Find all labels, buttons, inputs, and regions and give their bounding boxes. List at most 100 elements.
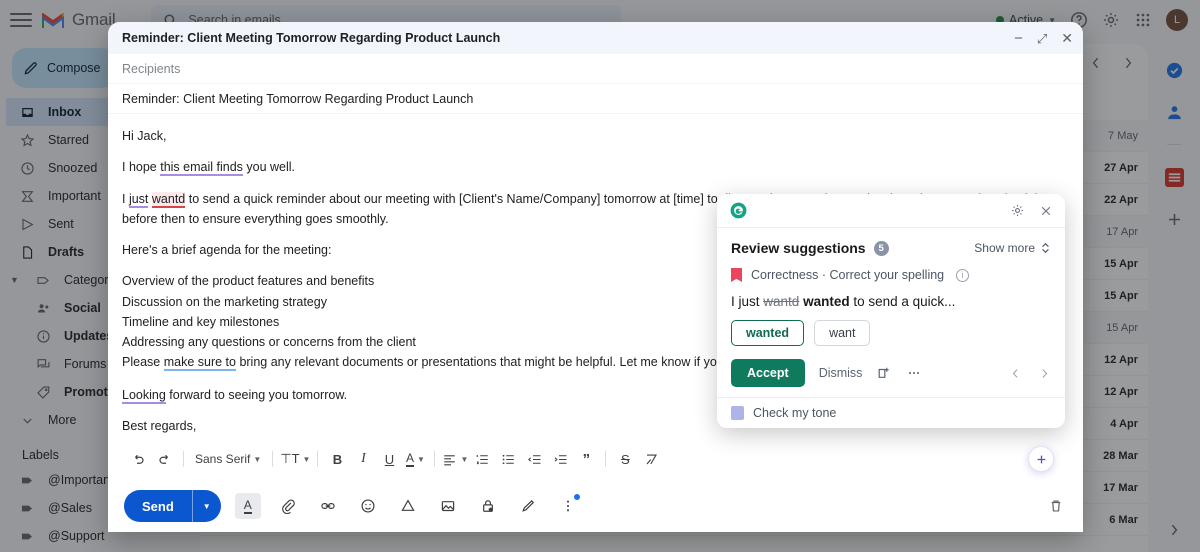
- grammar-suggestion-mark[interactable]: this email finds: [160, 160, 243, 177]
- close-icon[interactable]: ✕: [1061, 31, 1073, 45]
- recipients-field[interactable]: Recipients: [108, 54, 1083, 84]
- insert-drive-icon[interactable]: [395, 493, 421, 519]
- chevron-left-icon[interactable]: [1009, 367, 1022, 380]
- discard-draft-button[interactable]: [1043, 493, 1069, 519]
- text: I hope: [122, 160, 161, 175]
- suggestion-category-label: Correctness · Correct your spelling: [751, 268, 945, 282]
- undo-icon[interactable]: [126, 447, 150, 471]
- send-label: Send: [142, 498, 174, 514]
- dismiss-button[interactable]: Dismiss: [819, 366, 863, 380]
- screen: Gmail Search in emails Active ▼ L Compos…: [0, 0, 1200, 552]
- pop-out-icon[interactable]: ⤢: [1037, 32, 1047, 45]
- grammarly-header-actions: [1010, 203, 1053, 218]
- plus-icon: [1037, 455, 1045, 463]
- insert-link-icon[interactable]: [315, 493, 341, 519]
- grammar-suggestion-mark[interactable]: Looking: [122, 387, 166, 404]
- compose-window-title: Reminder: Client Meeting Tomorrow Regard…: [122, 31, 501, 45]
- indent-more-icon[interactable]: [548, 447, 572, 471]
- grammarly-body: Review suggestions 5 Show more Correctne…: [717, 228, 1065, 397]
- text: Please: [122, 355, 164, 370]
- text-size-icon[interactable]: ⊤T ▼: [280, 447, 310, 471]
- chevron-down-icon: ▼: [460, 454, 469, 464]
- corrected-word: wanted: [803, 294, 850, 309]
- body-greeting: Hi Jack,: [122, 129, 167, 143]
- indent-less-icon[interactable]: [522, 447, 546, 471]
- notification-dot-icon: [573, 494, 580, 500]
- align-icon[interactable]: ▼: [442, 447, 468, 471]
- accept-button[interactable]: Accept: [731, 359, 805, 387]
- subject-value: Reminder: Client Meeting Tomorrow Regard…: [122, 91, 474, 106]
- correctness-flag-icon: [731, 268, 742, 282]
- subject-field[interactable]: Reminder: Client Meeting Tomorrow Regard…: [108, 84, 1083, 114]
- recipients-placeholder: Recipients: [122, 61, 181, 76]
- remove-format-icon[interactable]: [639, 447, 663, 471]
- grammar-suggestion-mark[interactable]: just: [128, 191, 149, 208]
- insert-emoji-icon[interactable]: [355, 493, 381, 519]
- suggestion-category-row: Correctness · Correct your spelling i: [731, 268, 1051, 282]
- italic-button[interactable]: I: [351, 447, 375, 471]
- send-options-chevron-icon[interactable]: ▼: [193, 502, 221, 511]
- divider: [605, 451, 607, 467]
- text: forward to seeing you tomorrow.: [165, 387, 348, 402]
- quote-icon[interactable]: ”: [574, 447, 598, 471]
- insert-signature-icon[interactable]: [515, 493, 541, 519]
- compose-header[interactable]: Reminder: Client Meeting Tomorrow Regard…: [108, 22, 1083, 54]
- more-icon[interactable]: [906, 365, 922, 381]
- send-button[interactable]: Send ▼: [124, 490, 221, 522]
- suggestion-nav: [1009, 367, 1051, 380]
- bulleted-list-icon[interactable]: [496, 447, 520, 471]
- font-family-value: Sans Serif: [195, 452, 251, 466]
- grammarly-popup: Review suggestions 5 Show more Correctne…: [717, 194, 1065, 428]
- grammarly-add-button[interactable]: [1028, 446, 1054, 472]
- redo-icon[interactable]: [152, 447, 176, 471]
- bold-button[interactable]: B: [325, 447, 349, 471]
- show-more-button[interactable]: Show more: [974, 241, 1051, 255]
- close-icon[interactable]: [1039, 204, 1053, 218]
- divider: [183, 451, 184, 467]
- numbered-list-icon[interactable]: [470, 447, 494, 471]
- font-family-select[interactable]: Sans Serif ▼: [191, 447, 265, 471]
- divider: [434, 451, 436, 467]
- underline-button[interactable]: U: [377, 447, 401, 471]
- suggestions-title: Review suggestions: [731, 240, 866, 256]
- tone-icon: [731, 406, 744, 420]
- suggestions-title-row: Review suggestions 5 Show more: [731, 240, 1051, 256]
- divider: [272, 451, 274, 467]
- chevron-down-icon: ▼: [417, 454, 425, 464]
- grammarly-header: [717, 194, 1065, 228]
- text: I: [122, 191, 129, 206]
- suggestion-preview: I just wantd wanted to send a quick...: [731, 294, 1051, 309]
- grammarly-logo-icon: [730, 202, 747, 219]
- formatting-toolbar: Sans Serif ▼ ⊤T ▼ B I U A ▼ ▼ ” S: [120, 444, 1071, 474]
- more-options-icon[interactable]: [555, 493, 581, 519]
- add-to-dictionary-icon[interactable]: [876, 365, 892, 381]
- text: you well.: [242, 160, 296, 175]
- body-line-2: I hope this email finds you well.: [122, 157, 1069, 177]
- spelling-error-mark[interactable]: wantd: [151, 191, 186, 208]
- suggestion-chip-wanted[interactable]: wanted: [731, 320, 805, 346]
- style-suggestion-mark[interactable]: make sure to: [163, 355, 236, 372]
- check-my-tone-button[interactable]: Check my tone: [717, 397, 1065, 428]
- formatting-options-icon[interactable]: A: [234, 493, 261, 519]
- strikethrough-icon[interactable]: S: [613, 447, 637, 471]
- minimize-icon[interactable]: −: [1014, 31, 1023, 46]
- compose-header-actions: − ⤢ ✕: [1014, 31, 1073, 46]
- text: I just: [731, 294, 764, 309]
- text: to send a quick...: [849, 294, 956, 309]
- text-color-button[interactable]: A ▼: [403, 447, 427, 471]
- chevron-down-icon: ▼: [302, 454, 311, 464]
- divider: [317, 451, 319, 467]
- confidential-mode-icon[interactable]: [475, 493, 501, 519]
- info-icon[interactable]: i: [956, 268, 970, 282]
- suggestions-count-badge: 5: [873, 240, 889, 256]
- chevron-updown-icon: [1042, 242, 1049, 254]
- gear-icon[interactable]: [1010, 203, 1025, 218]
- original-word: wantd: [763, 294, 800, 309]
- check-my-tone-label: Check my tone: [753, 406, 837, 420]
- suggestion-options: wanted want: [731, 320, 1051, 346]
- insert-photo-icon[interactable]: [435, 493, 461, 519]
- chevron-right-icon[interactable]: [1038, 367, 1051, 380]
- attach-file-icon[interactable]: [275, 493, 301, 519]
- chevron-down-icon: ▼: [253, 454, 262, 464]
- suggestion-chip-want[interactable]: want: [814, 320, 871, 346]
